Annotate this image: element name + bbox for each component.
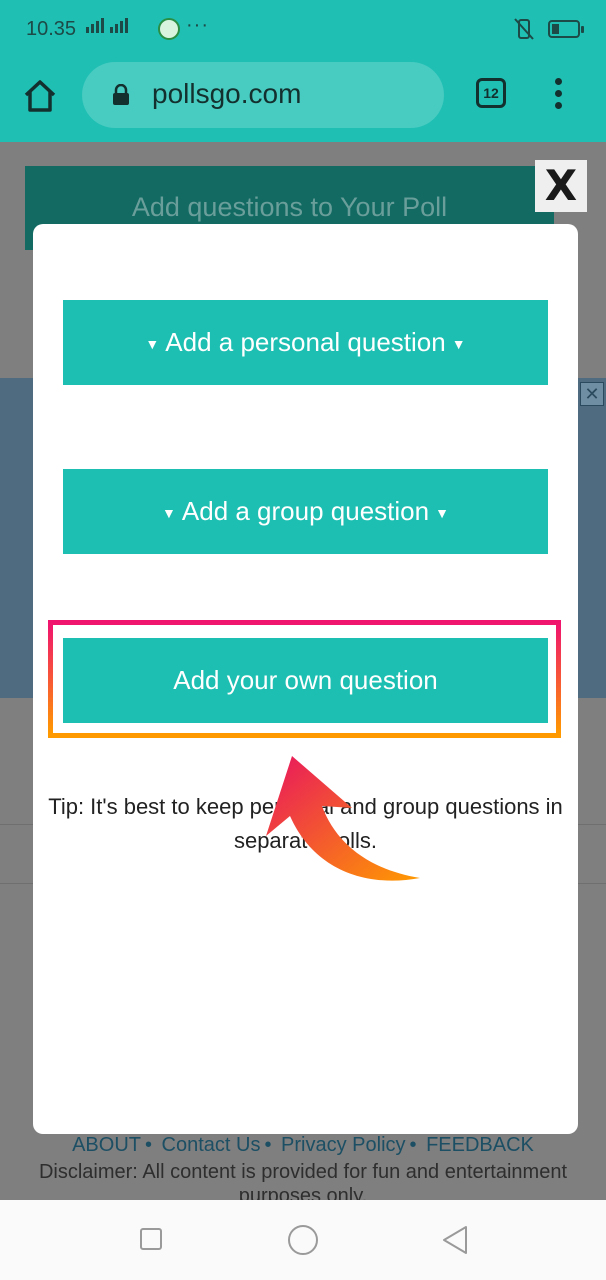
- caret-down-icon: ▼: [451, 335, 466, 352]
- address-bar[interactable]: pollsgo.com: [82, 62, 444, 128]
- app-notification-icon: [158, 18, 180, 40]
- caret-down-icon: ▼: [162, 504, 176, 521]
- home-icon[interactable]: [22, 78, 58, 114]
- footer-links: ABOUT • Contact Us • Privacy Policy • FEEDB…: [72, 1134, 534, 1156]
- ad-close-icon[interactable]: ✕: [580, 382, 604, 406]
- footer-link-privacy[interactable]: Privacy Policy: [281, 1134, 405, 1156]
- add-own-question-label: Add your own question: [173, 665, 438, 695]
- signal-icon: [86, 18, 128, 33]
- status-time: 10.35: [26, 18, 77, 40]
- add-group-question-button[interactable]: ▼ Add a group question ▼: [63, 469, 548, 554]
- android-nav-bar: [0, 1200, 606, 1280]
- vibrate-icon: [514, 18, 534, 40]
- recents-icon[interactable]: [140, 1228, 162, 1250]
- tab-switcher-button[interactable]: 12: [476, 78, 506, 108]
- status-bar: 10.35 ···: [0, 0, 606, 60]
- back-icon[interactable]: [440, 1224, 470, 1256]
- footer-link-contact[interactable]: Contact Us: [162, 1134, 261, 1156]
- page-header-title: Add questions to Your Poll: [131, 192, 448, 222]
- add-own-question-button[interactable]: Add your own question: [63, 638, 548, 723]
- modal-close-button[interactable]: X: [535, 160, 587, 212]
- add-group-question-label: Add a group question: [181, 496, 430, 526]
- caret-down-icon: ▼: [145, 335, 160, 352]
- footer-link-feedback[interactable]: FEEDBACK: [426, 1134, 534, 1156]
- home-nav-icon[interactable]: [288, 1225, 318, 1255]
- more-notifications-icon: ···: [186, 14, 209, 36]
- browser-menu-icon[interactable]: [552, 78, 564, 112]
- browser-toolbar: pollsgo.com 12: [0, 60, 606, 142]
- battery-icon: [548, 20, 584, 38]
- pointer-arrow-icon: [266, 756, 420, 881]
- footer-link-about[interactable]: ABOUT: [72, 1134, 141, 1156]
- url-text: pollsgo.com: [152, 78, 302, 109]
- add-personal-question-button[interactable]: ▼ Add a personal question ▼: [63, 300, 548, 385]
- lock-icon: [113, 84, 129, 105]
- caret-down-icon: ▼: [435, 504, 449, 521]
- add-question-modal: ▼ Add a personal question ▼ ▼ Add a group q…: [33, 224, 578, 1134]
- add-personal-question-label: Add a personal question: [165, 327, 446, 357]
